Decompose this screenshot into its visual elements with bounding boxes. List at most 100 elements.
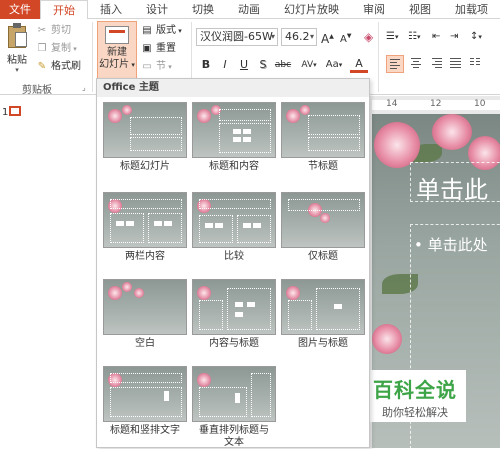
layout-label: 标题和竖排文字 xyxy=(110,425,180,436)
layout-title-and-content[interactable]: 标题和内容 xyxy=(192,102,276,173)
layout-picture-with-caption[interactable]: 图片与标题 xyxy=(281,279,365,350)
layout-blank[interactable]: 空白 xyxy=(103,279,187,350)
justify-button[interactable] xyxy=(447,55,465,73)
eraser-icon: ◈ xyxy=(364,30,374,44)
tab-transitions[interactable]: 切换 xyxy=(180,0,226,19)
brush-icon: ✎ xyxy=(37,61,47,72)
numbering-icon: ☷ xyxy=(408,31,417,42)
font-color-button[interactable]: A xyxy=(350,57,368,73)
decrease-indent-icon: ⇤ xyxy=(432,31,441,42)
line-spacing-button[interactable]: ↕▾ xyxy=(470,29,482,45)
tab-animations[interactable]: 动画 xyxy=(226,0,272,19)
tab-home[interactable]: 开始 xyxy=(40,0,88,20)
ruler-mark: 10 xyxy=(474,99,486,109)
change-case-button[interactable]: Aa▾ xyxy=(322,57,346,73)
layout-content-with-caption[interactable]: 内容与标题 xyxy=(192,279,276,350)
layout-label: 空白 xyxy=(135,338,155,349)
new-slide-button[interactable]: 新建 幻灯片 ▾ xyxy=(97,21,137,79)
decrease-font-button[interactable]: A▼ xyxy=(340,29,351,45)
section-button[interactable]: ▭ 节 ▾ xyxy=(141,59,171,75)
layout-title-only[interactable]: 仅标题 xyxy=(281,192,365,263)
increase-font-icon: A▲ xyxy=(321,32,334,46)
chevron-down-icon: ▾ xyxy=(309,32,314,41)
columns-button[interactable] xyxy=(467,55,485,73)
layout-button[interactable]: ▤ 版式 ▾ xyxy=(141,23,181,39)
slide-number: 1 xyxy=(2,107,9,118)
layout-label: 节标题 xyxy=(308,161,338,172)
numbering-button[interactable]: ☷▾ xyxy=(408,29,420,45)
font-color-icon: A xyxy=(355,57,363,70)
font-size-select[interactable]: 46.2 ▾ xyxy=(281,28,317,46)
increase-indent-button[interactable]: ⇥ xyxy=(450,29,458,45)
tab-view[interactable]: 视图 xyxy=(397,0,443,19)
chevron-down-icon: ▾ xyxy=(270,32,275,41)
layout-label: 内容与标题 xyxy=(209,338,259,349)
italic-button[interactable]: I xyxy=(217,57,233,73)
layout-label: 标题和内容 xyxy=(209,161,259,172)
layout-thumbnail xyxy=(192,192,276,248)
layout-section-header[interactable]: 节标题 xyxy=(281,102,365,173)
copy-button[interactable]: ❐ 复制 ▾ xyxy=(36,41,77,57)
increase-indent-icon: ⇥ xyxy=(450,31,459,42)
scissors-icon: ✂ xyxy=(37,25,47,36)
watermark-title: 百科全说 xyxy=(373,378,457,402)
layout-gallery: Office 主题 标题幻灯片 标题和内容 节标题 两栏内容 比较 仅标题 空白… xyxy=(96,78,370,448)
layout-label: 垂直排列标题与 文本 xyxy=(199,425,269,448)
slide-thumbnail-pane: 1 xyxy=(0,96,97,448)
reset-button[interactable]: ▣ 重置 xyxy=(141,41,176,57)
watermark: 百科全说 助你轻松解决 xyxy=(366,374,464,420)
layout-thumbnail xyxy=(192,102,276,158)
align-left-button[interactable] xyxy=(386,55,404,73)
new-slide-icon xyxy=(105,26,129,44)
tab-review[interactable]: 审阅 xyxy=(351,0,397,19)
align-center-button[interactable] xyxy=(407,55,425,73)
align-right-button[interactable] xyxy=(427,55,445,73)
bullets-button[interactable]: ☰▾ xyxy=(386,29,398,45)
layout-title-and-vertical-text[interactable]: 标题和竖排文字 xyxy=(103,366,187,437)
strikethrough-button[interactable]: abc xyxy=(272,57,294,73)
tab-addins[interactable]: 加载项 xyxy=(443,0,500,19)
divider xyxy=(378,22,379,92)
horizontal-ruler: 14 12 10 xyxy=(372,99,500,110)
increase-font-button[interactable]: A▲ xyxy=(321,29,334,46)
cut-button[interactable]: ✂ 剪切 xyxy=(36,23,71,39)
gallery-header: Office 主题 xyxy=(97,79,369,97)
tab-file[interactable]: 文件 xyxy=(0,0,40,19)
font-family-select[interactable]: 汉仪润圆-65W ▾ xyxy=(196,28,278,46)
bold-button[interactable]: B xyxy=(198,57,214,73)
layout-vertical-title-and-text[interactable]: 垂直排列标题与 文本 xyxy=(192,366,276,449)
title-placeholder-text: 单击此 xyxy=(416,176,488,204)
character-spacing-button[interactable]: AV▾ xyxy=(298,57,320,73)
ruler-mark: 12 xyxy=(430,99,442,109)
layout-thumbnail xyxy=(103,102,187,158)
tab-slideshow[interactable]: 幻灯片放映 xyxy=(272,0,351,19)
layout-thumbnail xyxy=(103,366,187,422)
underline-button[interactable]: U xyxy=(236,57,252,73)
content-placeholder-text: • 单击此处 xyxy=(414,236,488,254)
layout-thumbnail xyxy=(281,102,365,158)
flower-decoration xyxy=(372,324,402,354)
layout-comparison[interactable]: 比较 xyxy=(192,192,276,263)
shadow-button[interactable]: S xyxy=(255,57,271,73)
tab-design[interactable]: 设计 xyxy=(134,0,180,19)
layout-thumbnail xyxy=(103,279,187,335)
layout-thumbnail xyxy=(281,279,365,335)
change-case-icon: Aa xyxy=(325,59,339,70)
layout-thumbnail xyxy=(192,366,276,422)
paste-button[interactable]: 粘贴 ▾ xyxy=(3,22,31,74)
section-icon: ▭ xyxy=(142,61,152,72)
layout-icon: ▤ xyxy=(142,25,152,36)
clear-formatting-button[interactable]: ◈ xyxy=(364,29,373,45)
dialog-launcher-icon[interactable]: ⌟ xyxy=(82,83,86,92)
layout-label: 比较 xyxy=(224,251,244,262)
layout-title-slide[interactable]: 标题幻灯片 xyxy=(103,102,187,173)
layout-label: 图片与标题 xyxy=(298,338,348,349)
decrease-indent-button[interactable]: ⇤ xyxy=(432,29,440,45)
slide-thumbnail[interactable] xyxy=(9,106,21,116)
layout-thumbnail xyxy=(103,192,187,248)
watermark-subtitle: 助你轻松解决 xyxy=(382,406,448,419)
tab-insert[interactable]: 插入 xyxy=(88,0,134,19)
layout-two-content[interactable]: 两栏内容 xyxy=(103,192,187,263)
format-painter-button[interactable]: ✎ 格式刷 xyxy=(36,59,81,75)
copy-icon: ❐ xyxy=(37,43,47,54)
